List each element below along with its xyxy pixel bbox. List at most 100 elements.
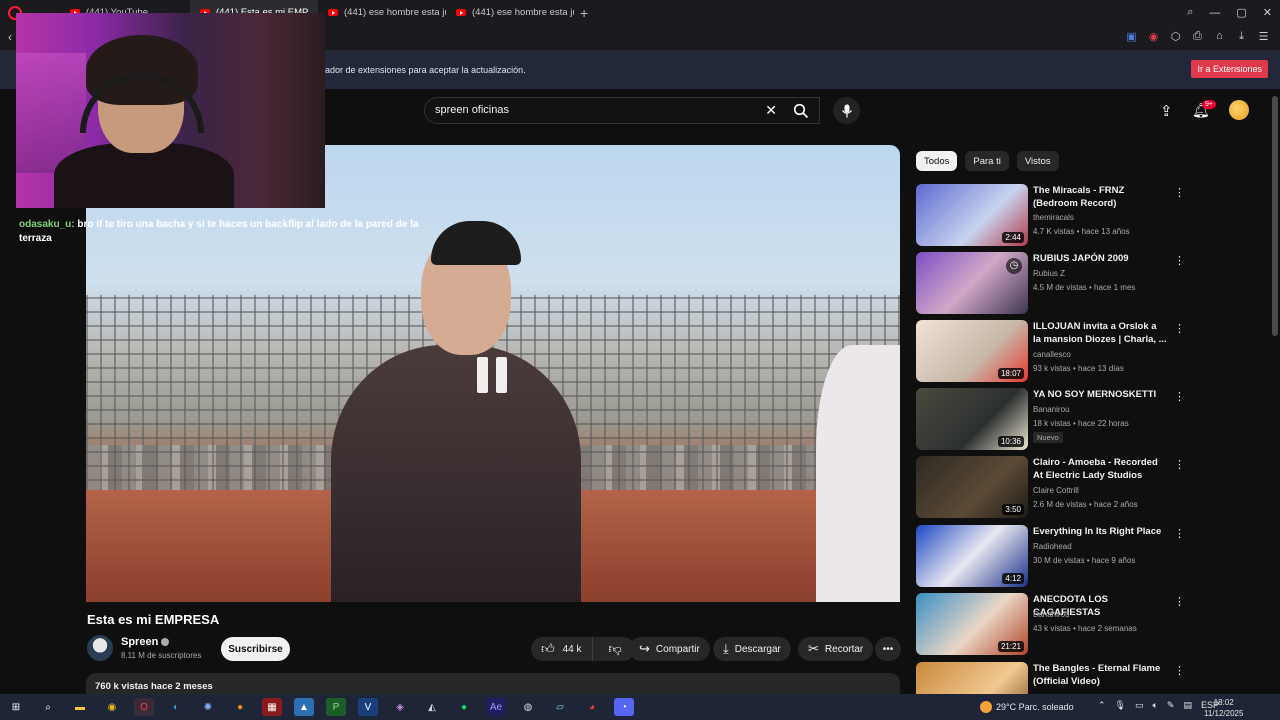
recommendation-title[interactable]: YA NO SOY MERNOSKETTI — [1033, 389, 1167, 402]
video-thumbnail[interactable]: 3:50 — [916, 456, 1028, 518]
more-vertical-icon[interactable]: ⋮ — [1174, 322, 1185, 335]
account-avatar[interactable] — [1229, 100, 1249, 120]
steam-icon[interactable]: ◍ — [518, 698, 538, 716]
recommendation-item[interactable]: 4:12 Everything In Its Right Place Radio… — [916, 525, 1266, 587]
discord-icon[interactable]: ◔ — [614, 698, 634, 716]
video-thumbnail[interactable]: 2:44 — [916, 184, 1028, 246]
photos-icon[interactable]: ▲ — [294, 698, 314, 716]
go-to-extensions-button[interactable]: Ir a Extensiones — [1191, 60, 1268, 78]
edge-icon[interactable]: ◐ — [166, 698, 186, 716]
recommendation-item[interactable]: 2:44 The Miracals - FRNZ (Bedroom Record… — [916, 184, 1266, 246]
more-vertical-icon[interactable]: ⋮ — [1174, 390, 1185, 403]
network-icon[interactable]: ▤ — [1183, 700, 1192, 711]
blender-icon[interactable]: ● — [230, 698, 250, 716]
recommendation-item[interactable]: 18:07 ILLOJUAN invita a Orslok a la mans… — [916, 320, 1266, 382]
pause-icon[interactable] — [477, 357, 509, 393]
video-thumbnail[interactable]: 21:21 — [916, 593, 1028, 655]
unity-icon[interactable]: ◭ — [422, 698, 442, 716]
more-actions-button[interactable]: ••• — [875, 637, 901, 661]
tab-video-2[interactable]: (441) ese hombre esta jug — [318, 0, 446, 25]
recommendation-title[interactable]: Everything In Its Right Place — [1033, 526, 1167, 539]
file-explorer-icon[interactable]: ▬ — [70, 698, 90, 716]
video-duration: 3:50 — [1002, 504, 1024, 515]
snapshot-icon[interactable]: ⎙ — [1191, 30, 1204, 43]
voice-search-button[interactable] — [833, 97, 860, 124]
extensions-icon[interactable]: ⬡ — [1169, 30, 1182, 43]
video-editor-icon[interactable]: ▦ — [262, 698, 282, 716]
clip-button[interactable]: ✂ Recortar — [798, 637, 874, 661]
recommendation-item[interactable]: 21:21 ANECDOTA LOS CAGAFIESTAS Bananirou… — [916, 593, 1266, 655]
recommendation-item[interactable]: 10:36 YA NO SOY MERNOSKETTI Bananirou 18… — [916, 388, 1266, 450]
chip-todos[interactable]: Todos — [916, 151, 958, 171]
channel-name[interactable]: Spreen — [121, 636, 170, 648]
share-button[interactable]: ↪ Compartir — [629, 637, 710, 661]
clear-search-icon[interactable]: ✕ — [765, 102, 777, 119]
recommendation-item[interactable]: The Bangles - Eternal Flame (Official Vi… — [916, 662, 1266, 694]
windows-start-icon[interactable]: ⊞ — [6, 698, 26, 716]
search-box[interactable]: spreen oficinas ✕ — [424, 97, 820, 124]
more-vertical-icon[interactable]: ⋮ — [1174, 186, 1185, 199]
video-thumbnail[interactable]: 4:12 — [916, 525, 1028, 587]
video-player[interactable] — [86, 145, 900, 602]
back-icon[interactable]: ‹ — [8, 30, 12, 44]
chip-para-ti[interactable]: Para ti — [965, 151, 1009, 171]
pycharm-icon[interactable]: P — [326, 698, 346, 716]
video-thumbnail[interactable]: ◷ — [916, 252, 1028, 314]
taskbar-clock[interactable]: 18:02 11/12/2025 — [1204, 697, 1243, 719]
display-icon[interactable]: ▭ — [1135, 700, 1144, 711]
pen-icon[interactable]: ✎ — [1167, 700, 1175, 711]
recommendation-meta: 30 M de vistas • hace 9 años — [1033, 556, 1136, 565]
recommendation-title[interactable]: RUBIUS JAPÓN 2009 — [1033, 253, 1167, 266]
subscribe-button[interactable]: Suscribirse — [221, 637, 290, 661]
weather-widget[interactable]: 29°C Parc. soleado — [980, 701, 1074, 713]
search-input[interactable]: spreen oficinas — [435, 104, 509, 116]
recommendation-title[interactable]: The Miracals - FRNZ (Bedroom Record) — [1033, 185, 1167, 210]
more-vertical-icon[interactable]: ⋮ — [1174, 254, 1185, 267]
tab-video-3[interactable]: (441) ese hombre esta jug — [446, 0, 574, 25]
more-vertical-icon[interactable]: ⋮ — [1174, 595, 1185, 608]
recommendation-item[interactable]: 3:50 Clairo - Amoeba - Recorded At Elect… — [916, 456, 1266, 518]
video-thumbnail[interactable]: 10:36 — [916, 388, 1028, 450]
after-effects-icon[interactable]: Ae — [486, 698, 506, 716]
chip-vistos[interactable]: Vistos — [1016, 151, 1059, 171]
minimize-button[interactable]: — — [1209, 7, 1220, 19]
video-thumbnail[interactable]: 18:07 — [916, 320, 1028, 382]
opera-icon[interactable]: O — [134, 698, 154, 716]
like-button[interactable]: 👍︎ 44 k — [531, 637, 593, 661]
recommendation-title[interactable]: The Bangles - Eternal Flame (Official Vi… — [1033, 663, 1167, 688]
recommendation-title[interactable]: Clairo - Amoeba - Recorded At Electric L… — [1033, 457, 1167, 482]
download-icon[interactable]: ⤓ — [1235, 30, 1248, 43]
recommendation-title[interactable]: ILLOJUAN invita a Orslok a la mansion Di… — [1033, 321, 1167, 346]
chrome-icon[interactable]: ◉ — [102, 698, 122, 716]
upload-icon[interactable]: ⇪ — [1160, 102, 1173, 120]
video-thumbnail[interactable] — [916, 662, 1028, 694]
recommendation-item[interactable]: ◷ RUBIUS JAPÓN 2009 Rubius Z 4.5 M de vi… — [916, 252, 1266, 314]
translate-icon[interactable]: ▣ — [1125, 30, 1138, 43]
maximize-button[interactable]: ▢ — [1236, 6, 1246, 19]
watch-later-icon[interactable]: ◷ — [1006, 258, 1022, 274]
dislike-button[interactable]: 👎︎ — [599, 641, 632, 657]
obs-icon[interactable]: ◕ — [582, 698, 602, 716]
new-tab-button[interactable]: + — [580, 5, 588, 21]
microphone-tray-icon[interactable]: 🎙︎ — [1115, 700, 1126, 711]
search-button[interactable] — [782, 97, 820, 124]
close-window-button[interactable]: ✕ — [1263, 6, 1272, 19]
page-scrollbar[interactable] — [1272, 96, 1278, 336]
more-vertical-icon[interactable]: ⋮ — [1174, 458, 1185, 471]
app-icon[interactable]: ✺ — [198, 698, 218, 716]
more-vertical-icon[interactable]: ⋮ — [1174, 664, 1185, 677]
spotify-icon[interactable]: ● — [454, 698, 474, 716]
notepad-icon[interactable]: ▱ — [550, 698, 570, 716]
vegas-icon[interactable]: V — [358, 698, 378, 716]
search-icon[interactable]: ⌕ — [38, 698, 58, 716]
volume-icon[interactable]: 🔈︎ — [1153, 700, 1158, 711]
app-icon-2[interactable]: ◈ — [390, 698, 410, 716]
profile-icon[interactable]: ⌂ — [1213, 30, 1226, 43]
channel-avatar[interactable] — [87, 635, 113, 661]
search-tabs-icon[interactable]: ⌕ — [1187, 6, 1193, 19]
chevron-up-icon[interactable]: ⌃ — [1098, 700, 1106, 711]
easy-setup-icon[interactable]: ☰ — [1257, 30, 1270, 43]
more-vertical-icon[interactable]: ⋮ — [1174, 527, 1185, 540]
vpn-icon[interactable]: ◉ — [1147, 30, 1160, 43]
download-button[interactable]: ⤓ Descargar — [713, 637, 791, 661]
